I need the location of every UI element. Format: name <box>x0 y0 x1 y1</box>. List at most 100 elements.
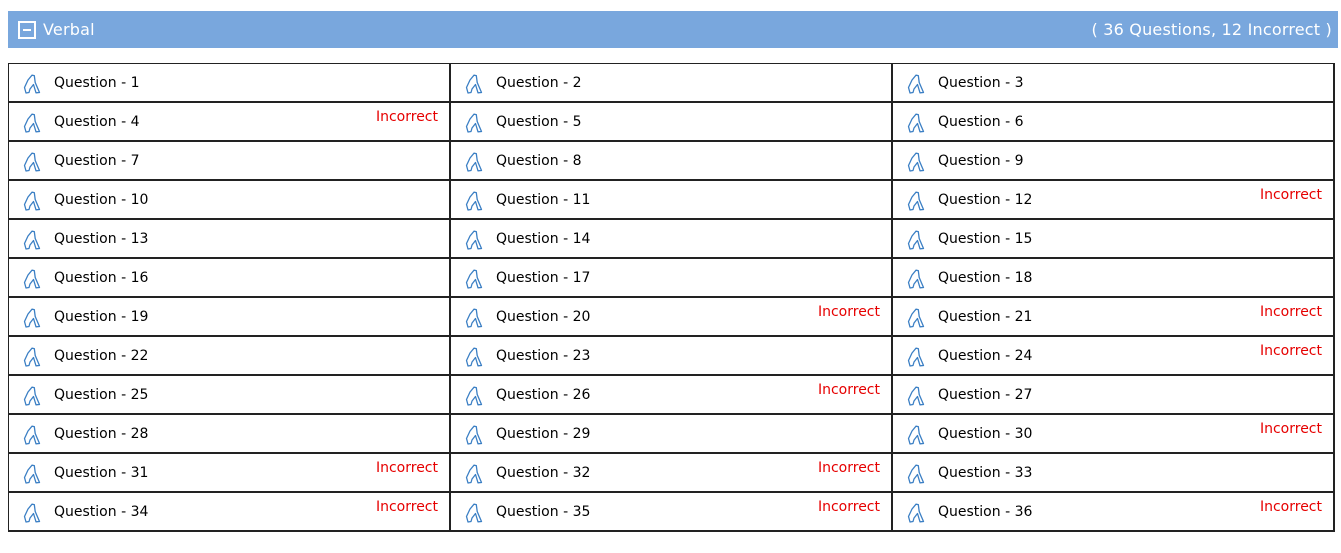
question-cell-24[interactable]: Question - 24 Incorrect <box>893 337 1335 376</box>
question-label[interactable]: Question - 34 <box>54 504 148 520</box>
question-label[interactable]: Question - 21 <box>938 309 1032 325</box>
question-label[interactable]: Question - 5 <box>496 114 581 130</box>
hand-pointer-icon <box>465 191 483 211</box>
question-label[interactable]: Question - 13 <box>54 231 148 247</box>
question-label[interactable]: Question - 28 <box>54 426 148 442</box>
question-label[interactable]: Question - 19 <box>54 309 148 325</box>
question-cell-32[interactable]: Question - 32 Incorrect <box>451 454 893 493</box>
question-status: Incorrect <box>1259 343 1322 359</box>
question-label[interactable]: Question - 4 <box>54 114 139 130</box>
question-cell-34[interactable]: Question - 34 Incorrect <box>9 493 451 532</box>
hand-pointer-icon <box>907 308 925 328</box>
question-cell-11[interactable]: Question - 11 <box>451 181 893 220</box>
question-cell-9[interactable]: Question - 9 <box>893 142 1335 181</box>
question-label[interactable]: Question - 6 <box>938 114 1023 130</box>
question-cell-2[interactable]: Question - 2 <box>451 64 893 103</box>
question-label[interactable]: Question - 3 <box>938 75 1023 91</box>
hand-pointer-icon <box>23 503 41 523</box>
question-label[interactable]: Question - 9 <box>938 153 1023 169</box>
question-label[interactable]: Question - 36 <box>938 504 1032 520</box>
question-label[interactable]: Question - 16 <box>54 270 148 286</box>
question-cell-7[interactable]: Question - 7 <box>9 142 451 181</box>
question-label[interactable]: Question - 22 <box>54 348 148 364</box>
question-cell-19[interactable]: Question - 19 <box>9 298 451 337</box>
question-cell-16[interactable]: Question - 16 <box>9 259 451 298</box>
collapse-minus-icon[interactable] <box>18 20 36 39</box>
question-cell-15[interactable]: Question - 15 <box>893 220 1335 259</box>
question-label[interactable]: Question - 33 <box>938 465 1032 481</box>
question-label[interactable]: Question - 26 <box>496 387 590 403</box>
question-cell-27[interactable]: Question - 27 <box>893 376 1335 415</box>
question-cell-33[interactable]: Question - 33 <box>893 454 1335 493</box>
hand-pointer-icon <box>465 74 483 94</box>
question-label[interactable]: Question - 17 <box>496 270 590 286</box>
question-label[interactable]: Question - 20 <box>496 309 590 325</box>
hand-pointer-icon <box>23 347 41 367</box>
hand-pointer-icon <box>907 425 925 445</box>
hand-pointer-icon <box>465 425 483 445</box>
question-cell-36[interactable]: Question - 36 Incorrect <box>893 493 1335 532</box>
hand-pointer-icon <box>907 74 925 94</box>
hand-pointer-icon <box>465 464 483 484</box>
question-cell-22[interactable]: Question - 22 <box>9 337 451 376</box>
question-cell-1[interactable]: Question - 1 <box>9 64 451 103</box>
question-label[interactable]: Question - 10 <box>54 192 148 208</box>
question-cell-29[interactable]: Question - 29 <box>451 415 893 454</box>
question-label[interactable]: Question - 30 <box>938 426 1032 442</box>
question-label[interactable]: Question - 24 <box>938 348 1032 364</box>
hand-pointer-icon <box>907 347 925 367</box>
question-cell-26[interactable]: Question - 26 Incorrect <box>451 376 893 415</box>
question-cell-18[interactable]: Question - 18 <box>893 259 1335 298</box>
question-label[interactable]: Question - 15 <box>938 231 1032 247</box>
question-cell-12[interactable]: Question - 12 Incorrect <box>893 181 1335 220</box>
question-cell-4[interactable]: Question - 4 Incorrect <box>9 103 451 142</box>
hand-pointer-icon <box>23 386 41 406</box>
question-cell-5[interactable]: Question - 5 <box>451 103 893 142</box>
section-header: Verbal ( 36 Questions, 12 Incorrect ) <box>8 11 1338 48</box>
question-cell-31[interactable]: Question - 31 Incorrect <box>9 454 451 493</box>
question-label[interactable]: Question - 7 <box>54 153 139 169</box>
question-status: Incorrect <box>817 460 880 476</box>
question-cell-25[interactable]: Question - 25 <box>9 376 451 415</box>
question-cell-28[interactable]: Question - 28 <box>9 415 451 454</box>
question-label[interactable]: Question - 2 <box>496 75 581 91</box>
question-cell-8[interactable]: Question - 8 <box>451 142 893 181</box>
question-status: Incorrect <box>1259 499 1322 515</box>
question-label[interactable]: Question - 8 <box>496 153 581 169</box>
question-status: Incorrect <box>1259 304 1322 320</box>
question-label[interactable]: Question - 31 <box>54 465 148 481</box>
question-cell-35[interactable]: Question - 35 Incorrect <box>451 493 893 532</box>
hand-pointer-icon <box>465 308 483 328</box>
question-cell-10[interactable]: Question - 10 <box>9 181 451 220</box>
question-cell-3[interactable]: Question - 3 <box>893 64 1335 103</box>
question-label[interactable]: Question - 25 <box>54 387 148 403</box>
question-label[interactable]: Question - 12 <box>938 192 1032 208</box>
question-cell-6[interactable]: Question - 6 <box>893 103 1335 142</box>
question-label[interactable]: Question - 18 <box>938 270 1032 286</box>
question-label[interactable]: Question - 32 <box>496 465 590 481</box>
question-cell-30[interactable]: Question - 30 Incorrect <box>893 415 1335 454</box>
question-cell-17[interactable]: Question - 17 <box>451 259 893 298</box>
question-cell-23[interactable]: Question - 23 <box>451 337 893 376</box>
question-cell-20[interactable]: Question - 20 Incorrect <box>451 298 893 337</box>
question-cell-14[interactable]: Question - 14 <box>451 220 893 259</box>
question-cell-21[interactable]: Question - 21 Incorrect <box>893 298 1335 337</box>
question-label[interactable]: Question - 27 <box>938 387 1032 403</box>
question-label[interactable]: Question - 23 <box>496 348 590 364</box>
hand-pointer-icon <box>907 113 925 133</box>
question-label[interactable]: Question - 29 <box>496 426 590 442</box>
question-label[interactable]: Question - 35 <box>496 504 590 520</box>
question-label[interactable]: Question - 14 <box>496 231 590 247</box>
hand-pointer-icon <box>465 230 483 250</box>
hand-pointer-icon <box>907 269 925 289</box>
question-label[interactable]: Question - 11 <box>496 192 590 208</box>
hand-pointer-icon <box>907 152 925 172</box>
hand-pointer-icon <box>907 386 925 406</box>
hand-pointer-icon <box>23 308 41 328</box>
question-status: Incorrect <box>375 499 438 515</box>
question-cell-13[interactable]: Question - 13 <box>9 220 451 259</box>
question-status: Incorrect <box>1259 421 1322 437</box>
question-status: Incorrect <box>375 109 438 125</box>
question-grid: Question - 1 Question - 2 Question - 3 Q… <box>8 63 1335 532</box>
question-label[interactable]: Question - 1 <box>54 75 139 91</box>
